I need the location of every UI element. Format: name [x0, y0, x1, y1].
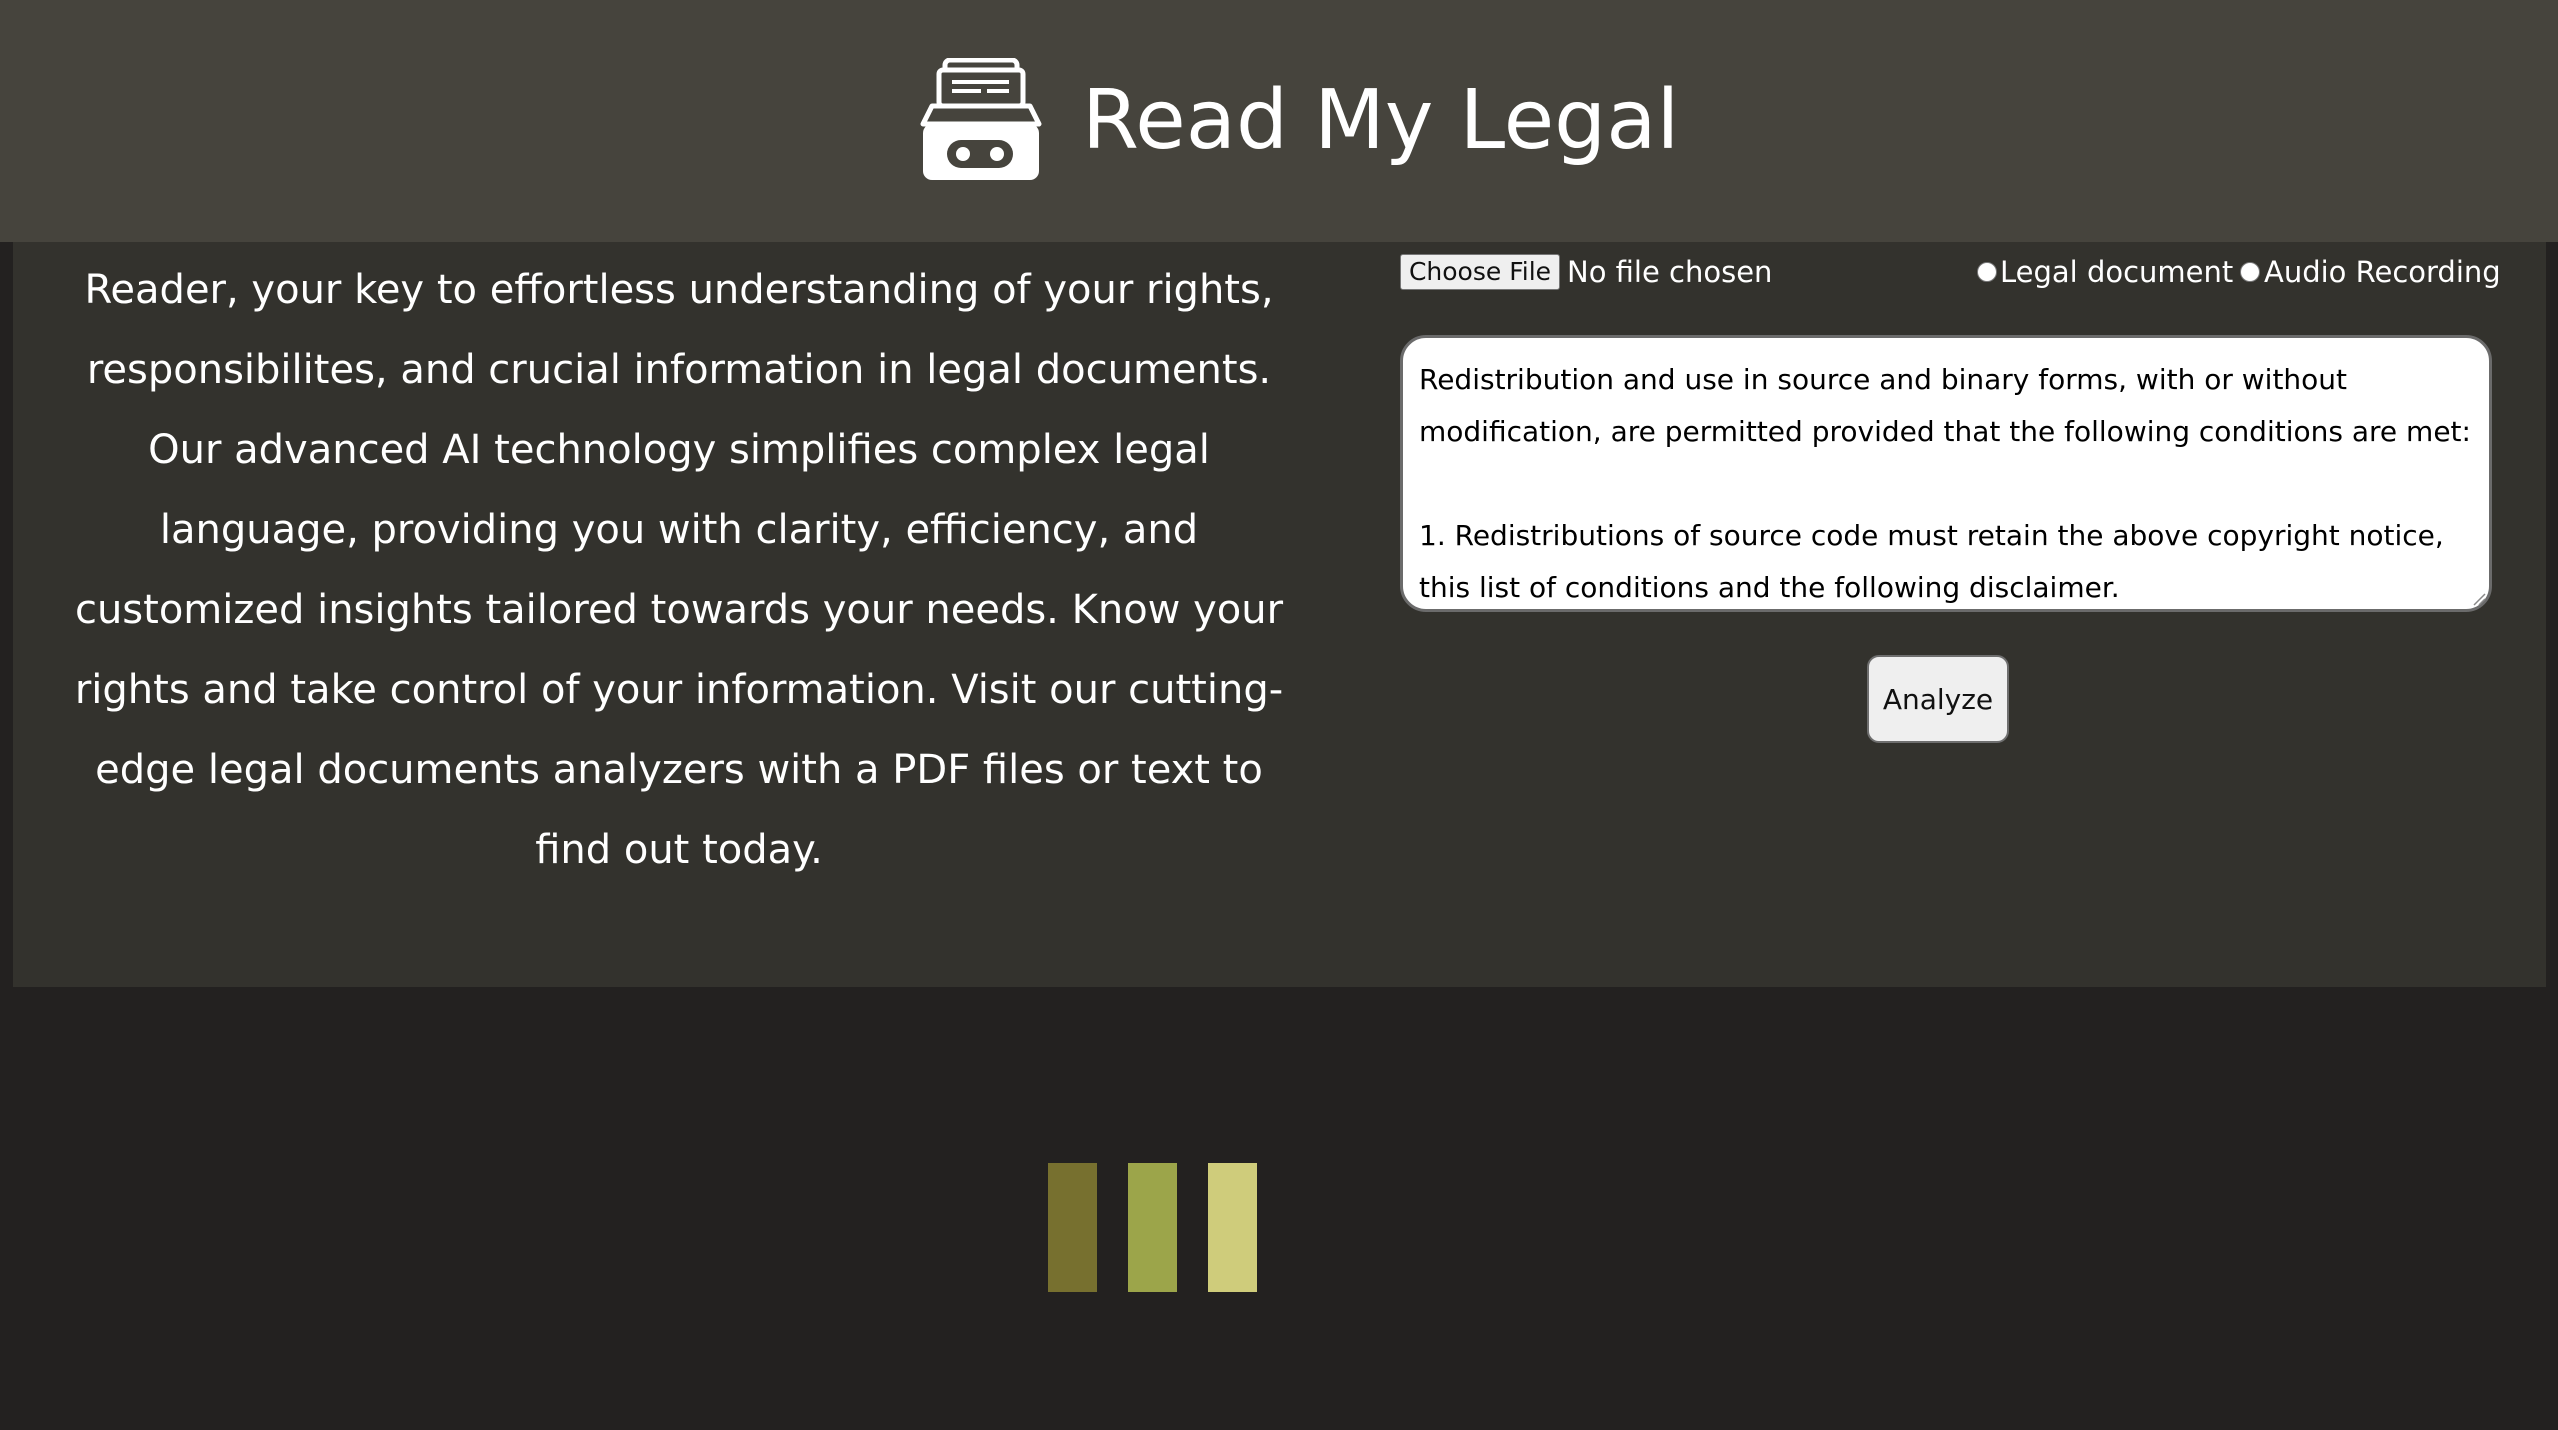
audio-recording-label[interactable]: Audio Recording: [2264, 252, 2501, 292]
document-textarea[interactable]: Redistribution and use in source and bin…: [1400, 335, 2492, 612]
legal-document-radio[interactable]: [1977, 262, 1997, 282]
audio-recording-radio[interactable]: [2240, 262, 2260, 282]
app-title: Read My Legal: [1082, 73, 1680, 168]
file-status: No file chosen: [1567, 255, 1773, 289]
resize-grip-icon[interactable]: [2470, 590, 2486, 606]
choose-file-button[interactable]: Choose File: [1400, 254, 1560, 290]
header: Read My Legal: [0, 0, 2558, 242]
loader-bar: [1128, 1163, 1177, 1292]
intro-text: Reader, your key to effortless understan…: [74, 267, 1284, 873]
loader-bar: [1208, 1163, 1257, 1292]
legal-document-label[interactable]: Legal document: [2000, 252, 2233, 292]
loader-bar: [1048, 1163, 1097, 1292]
file-cabinet-robot-icon: [920, 58, 1042, 180]
analyze-button[interactable]: Analyze: [1867, 655, 2009, 743]
